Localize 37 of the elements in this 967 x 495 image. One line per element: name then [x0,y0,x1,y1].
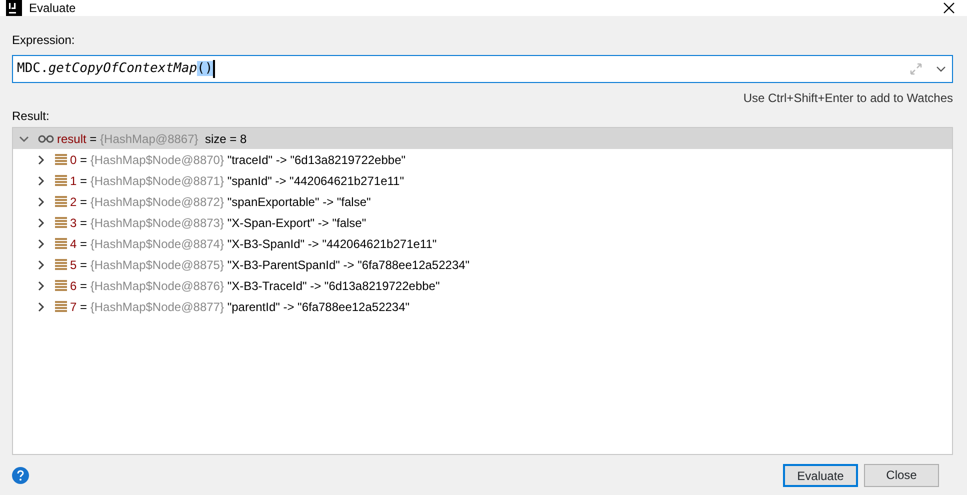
stack-icon [55,217,67,228]
stack-icon [55,301,67,312]
tree-row[interactable]: 1 = {HashMap$Node@8871} "spanId" -> "442064621b271e11" [13,170,952,191]
stack-icon [55,280,67,291]
expression-field[interactable]: MDC.getCopyOfContextMap() [12,55,953,83]
field-label: Expression: [12,32,76,49]
stack-icon [55,259,67,270]
stack-icon [55,238,67,249]
tree-row[interactable]: 4 = {HashMap$Node@8874} "X-B3-SpanId" -> "442064621b271e11" [13,233,952,254]
dialog-button[interactable]: Close [864,464,939,486]
hint-text: Use Ctrl+Shift+Enter to add to Watches [743,90,953,107]
node-text: result = {HashMap@8867} size = 8 [57,130,247,148]
node-text: 0 = {HashMap$Node@8870} "traceId" -> "6d13a8219722ebbe" [70,152,406,168]
tree-row[interactable]: 0 = {HashMap$Node@8870} "traceId" -> "6d13a8219722ebbe" [13,149,952,170]
tree-row[interactable]: 6 = {HashMap$Node@8876} "X-B3-TraceId" -> "6d13a8219722ebbe" [13,275,952,296]
dialog-button[interactable]: Evaluate [783,464,858,486]
stack-icon [55,175,67,186]
node-text: 3 = {HashMap$Node@8873} "X-Span-Export" -> "false" [70,214,366,232]
glasses-icon [38,134,54,142]
node-text: 5 = {HashMap$Node@8875} "X-B3-ParentSpanId" -> "6fa788ee12a52234" [70,256,470,274]
tree-row[interactable]: 7 = {HashMap$Node@8877} "parentId" -> "6fa788ee12a52234" [13,296,952,317]
help-icon[interactable] [12,466,29,484]
node-text: 7 = {HashMap$Node@8877} "parentId" -> "6fa788ee12a52234" [70,298,410,316]
stack-icon [55,154,67,165]
result-label: Result: [12,108,50,125]
tree-row[interactable]: 3 = {HashMap$Node@8873} "X-Span-Export" -> "false" [13,212,952,233]
tree-row[interactable]: 5 = {HashMap$Node@8875} "X-B3-ParentSpanId" -> "6fa788ee12a52234" [13,254,952,275]
tree-row[interactable]: 2 = {HashMap$Node@8872} "spanExportable" -> "false" [13,191,952,212]
dropdown-caret-icon[interactable] [936,66,946,72]
window-title: Evaluate [29,0,77,17]
stack-icon [55,196,67,207]
node-text: 6 = {HashMap$Node@8876} "X-B3-TraceId" -> "6d13a8219722ebbe" [70,278,440,294]
node-text: 1 = {HashMap$Node@8871} "spanId" -> "442064621b271e11" [70,172,404,190]
close-icon[interactable] [943,2,955,14]
node-text: 2 = {HashMap$Node@8872} "spanExportable" -> "false" [70,194,371,210]
node-text: 4 = {HashMap$Node@8874} "X-B3-SpanId" -> "442064621b271e11" [70,236,437,252]
tree-row[interactable]: result = {HashMap@8867} size = 8 [13,128,952,149]
